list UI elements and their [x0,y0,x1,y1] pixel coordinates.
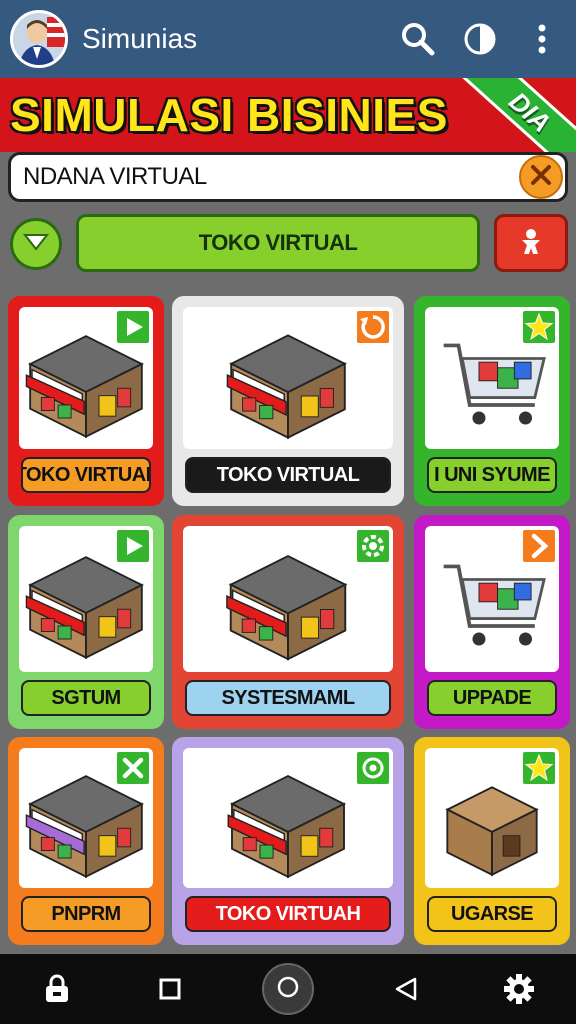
search-icon[interactable] [398,19,438,59]
app-bar: Simunias [0,0,576,78]
store-card[interactable]: TOKO VIRTUAL [172,296,404,506]
app-title: Simunias [82,23,198,54]
dropdown-button[interactable] [10,218,62,270]
store-card[interactable]: UGARSE [414,737,570,945]
store-card-label[interactable]: SGTUM [21,680,151,716]
store-card-label[interactable]: PNPRM [21,896,151,932]
close-icon[interactable] [115,750,151,786]
system-nav-bar [0,954,576,1024]
star-icon[interactable] [521,309,557,345]
store-select-button[interactable]: TOKO VIRTUAL [76,214,480,272]
store-card-label[interactable]: TOKO VIRTUAH [185,896,391,932]
title-banner: SIMULASI BISINIES DIA [0,78,576,152]
refresh-icon[interactable] [355,309,391,345]
back-triangle-icon[interactable] [384,967,428,1011]
store-card[interactable]: TOKO VIRTUAH [172,737,404,945]
gear-icon[interactable] [355,528,391,564]
play-icon[interactable] [115,309,151,345]
recents-square-icon[interactable] [148,967,192,1011]
store-card-label[interactable]: I UNI SYUME [427,457,557,493]
profile-button[interactable] [494,214,568,272]
home-button[interactable] [261,963,314,1015]
star-icon[interactable] [521,750,557,786]
search-input[interactable]: NDANA VIRTUAL [23,163,519,191]
banner-title: SIMULASI BISINIES [10,89,448,141]
more-vert-icon[interactable] [522,19,562,59]
ribbon-label: DIA [503,85,558,138]
avatar[interactable] [10,10,68,68]
store-card[interactable]: I UNI SYUME [414,296,570,506]
corner-ribbon: DIA [442,78,576,152]
store-card[interactable]: TOKO VIRTUAL [8,296,164,506]
contrast-icon[interactable] [460,19,500,59]
play-icon[interactable] [115,528,151,564]
store-card[interactable]: SYSTESMAML [172,515,404,729]
close-icon [530,164,552,191]
store-card[interactable]: UPPADE [414,515,570,729]
settings-gear-icon[interactable] [497,967,541,1011]
store-card-label[interactable]: SYSTESMAML [185,680,391,716]
store-card[interactable]: PNPRM [8,737,164,945]
chevron-down-icon [22,232,50,257]
search-field[interactable]: NDANA VIRTUAL [8,152,568,202]
store-card-label[interactable]: TOKO VIRTUAL [185,457,391,493]
person-icon [516,226,546,261]
chevron-right-icon[interactable] [521,528,557,564]
home-circle-icon [276,975,300,1004]
clear-button[interactable] [519,155,563,199]
store-card[interactable]: SGTUM [8,515,164,729]
store-card-label[interactable]: UPPADE [427,680,557,716]
target-icon[interactable] [355,750,391,786]
store-card-label[interactable]: UGARSE [427,896,557,932]
store-card-label[interactable]: TOKO VIRTUAL [21,457,151,493]
lock-icon[interactable] [35,967,79,1011]
